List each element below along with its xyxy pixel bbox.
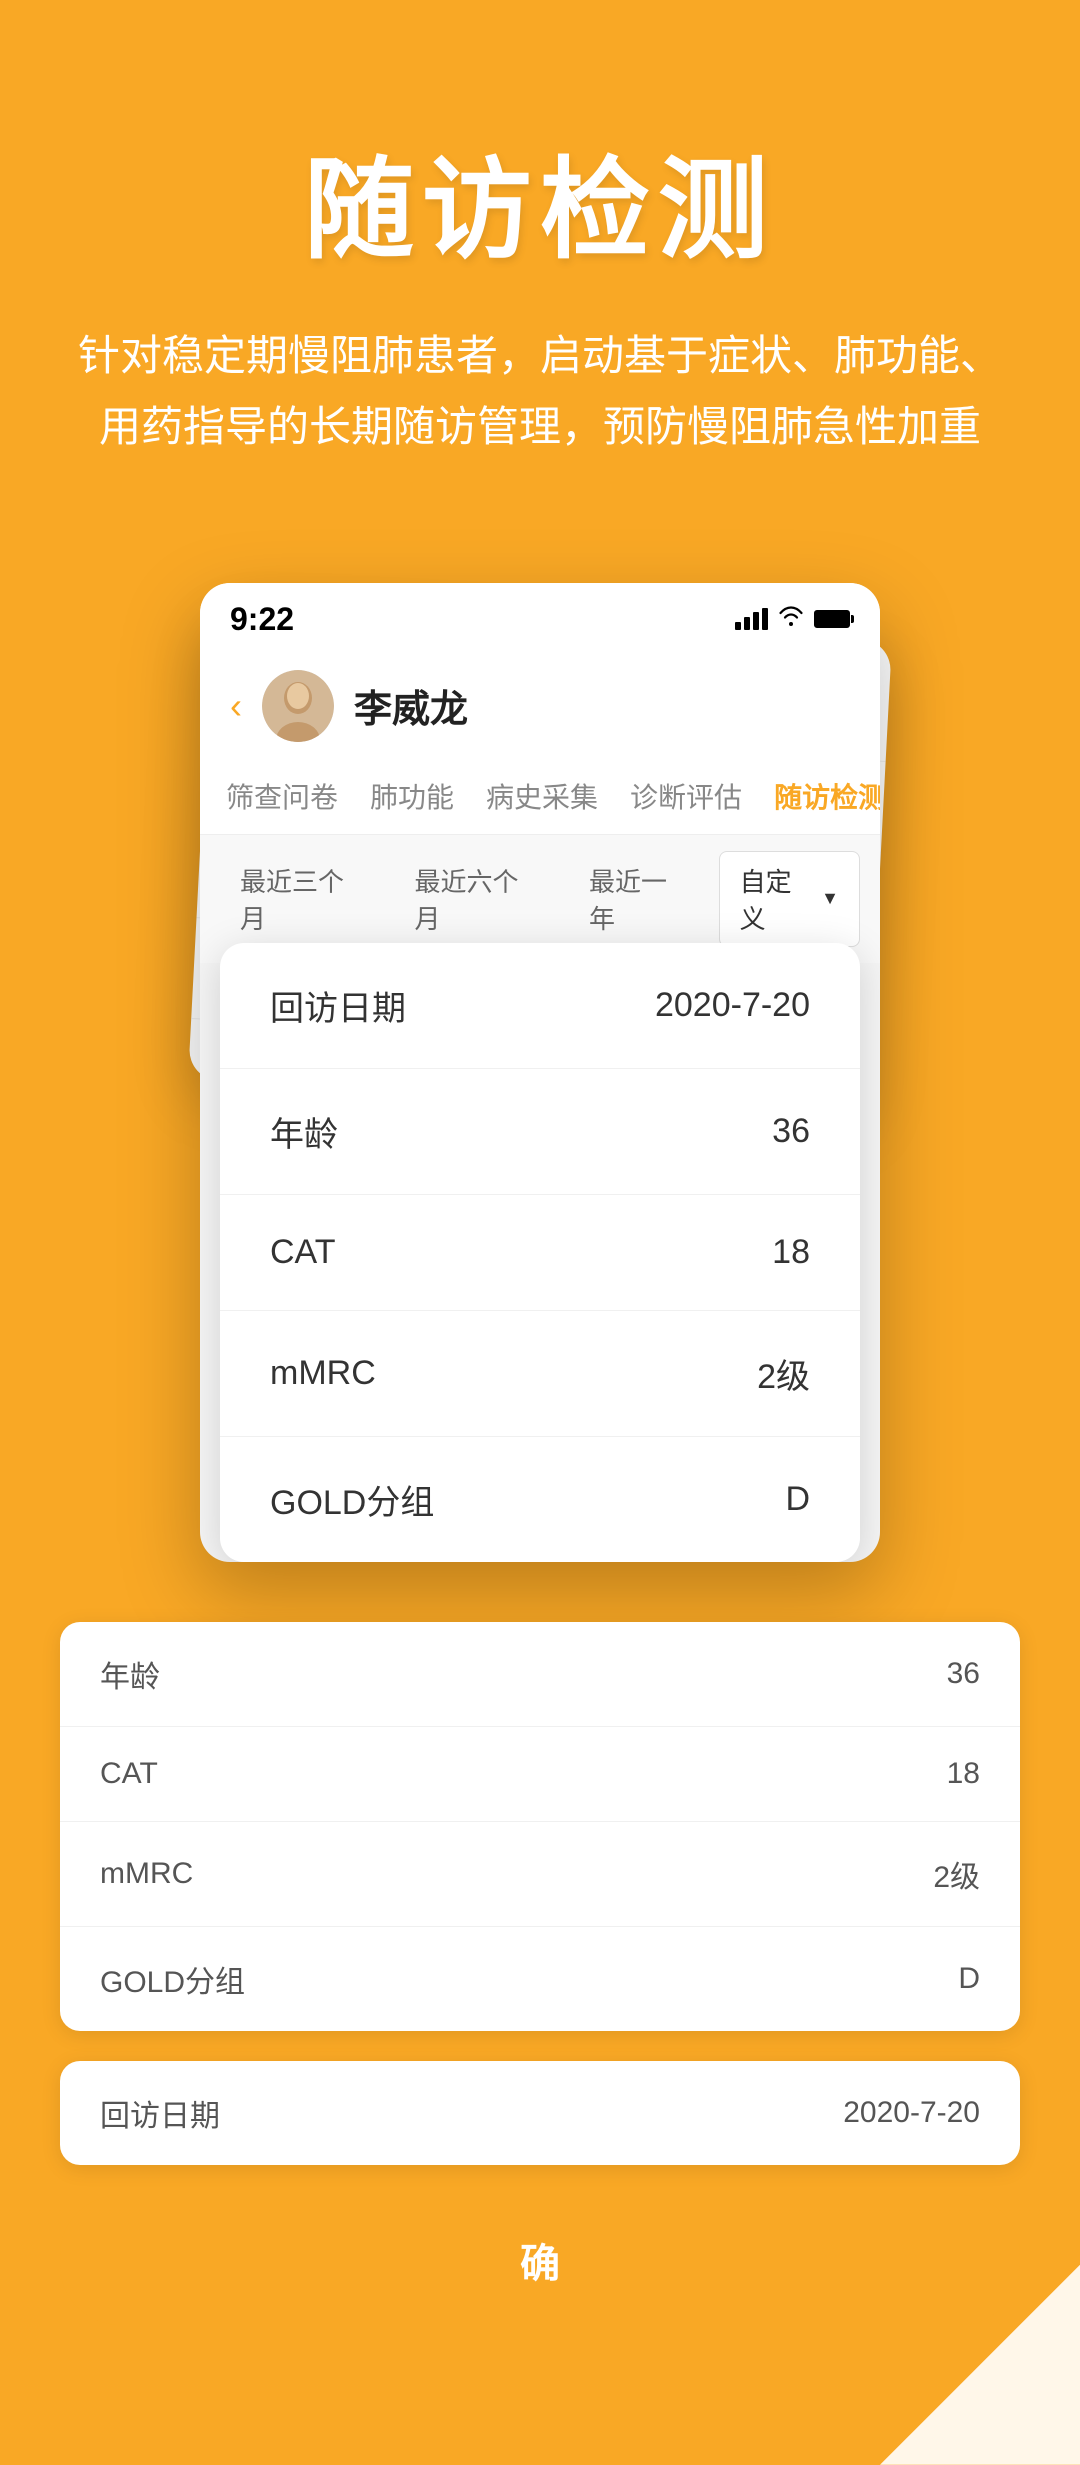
phone-card-front: 9:22 xyxy=(200,583,880,1562)
row-mmrc: mMRC 2级 xyxy=(220,1311,860,1437)
filter-custom[interactable]: 自定义 ▼ xyxy=(719,851,860,947)
back-button[interactable]: ‹ xyxy=(230,685,242,727)
tab-lung[interactable]: 肺功能 xyxy=(354,758,470,834)
row-visit-date: 回访日期 2020-7-20 xyxy=(220,943,860,1069)
confirm-button[interactable]: 确 xyxy=(60,2195,1020,2325)
second-row-cat: CAT 18 xyxy=(60,1727,1020,1822)
filter-1year[interactable]: 最近一年 xyxy=(569,852,709,946)
nav-tabs: 筛查问卷 肺功能 病史采集 诊断评估 随访检测 xyxy=(200,758,880,835)
filter-6months[interactable]: 最近六个月 xyxy=(394,852,558,946)
page-subtitle: 针对稳定期慢阻肺患者，启动基于症状、肺功能、用药指导的长期随访管理，预防慢阻肺急… xyxy=(60,320,1020,463)
tab-history[interactable]: 病史采集 xyxy=(470,758,614,834)
tab-diagnosis[interactable]: 诊断评估 xyxy=(614,758,758,834)
chevron-down-icon: ▼ xyxy=(821,888,839,909)
third-record-card: 回访日期 2020-7-20 xyxy=(60,2061,1020,2165)
patient-header: ‹ 李威龙 xyxy=(200,650,880,758)
second-row-mmrc: mMRC 2级 xyxy=(60,1822,1020,1927)
top-section: 随访检测 针对稳定期慢阻肺患者，启动基于症状、肺功能、用药指导的长期随访管理，预… xyxy=(0,0,1080,523)
patient-name: 李威龙 xyxy=(354,678,468,733)
filter-3months[interactable]: 最近三个月 xyxy=(220,852,384,946)
floating-data-card: 回访日期 2020-7-20 年龄 36 CAT 18 mMRC 2级 GOLD… xyxy=(220,943,860,1562)
signal-icon xyxy=(735,608,768,630)
avatar xyxy=(262,670,334,742)
tab-followup[interactable]: 随访检测 xyxy=(758,758,880,834)
wifi-icon xyxy=(778,605,804,633)
main-wrapper: 随访检测 针对稳定期慢阻肺患者，启动基于症状、肺功能、用药指导的长期随访管理，预… xyxy=(0,0,1080,2465)
row-age: 年龄 36 xyxy=(220,1069,860,1195)
third-row-visit-date: 回访日期 2020-7-20 xyxy=(60,2061,1020,2165)
row-cat: CAT 18 xyxy=(220,1195,860,1311)
second-row-age: 年龄 36 xyxy=(60,1622,1020,1727)
phone-mockup-area: 年龄 36 CAT 18 mMRC 2级 GOLD分组 D xyxy=(60,583,1020,1562)
status-bar: 9:22 xyxy=(200,583,880,650)
second-row-gold: GOLD分组 D xyxy=(60,1927,1020,2031)
status-icons xyxy=(735,605,850,633)
second-record-card: 年龄 36 CAT 18 mMRC 2级 GOLD分组 D xyxy=(60,1622,1020,2031)
status-time: 9:22 xyxy=(230,601,294,638)
bottom-section: 年龄 36 CAT 18 mMRC 2级 GOLD分组 D 回访日期 2020-… xyxy=(0,1562,1080,2465)
row-gold: GOLD分组 D xyxy=(220,1437,860,1562)
page-title: 随访检测 xyxy=(60,120,1020,280)
battery-icon xyxy=(814,610,850,628)
tab-screening[interactable]: 筛查问卷 xyxy=(210,758,354,834)
